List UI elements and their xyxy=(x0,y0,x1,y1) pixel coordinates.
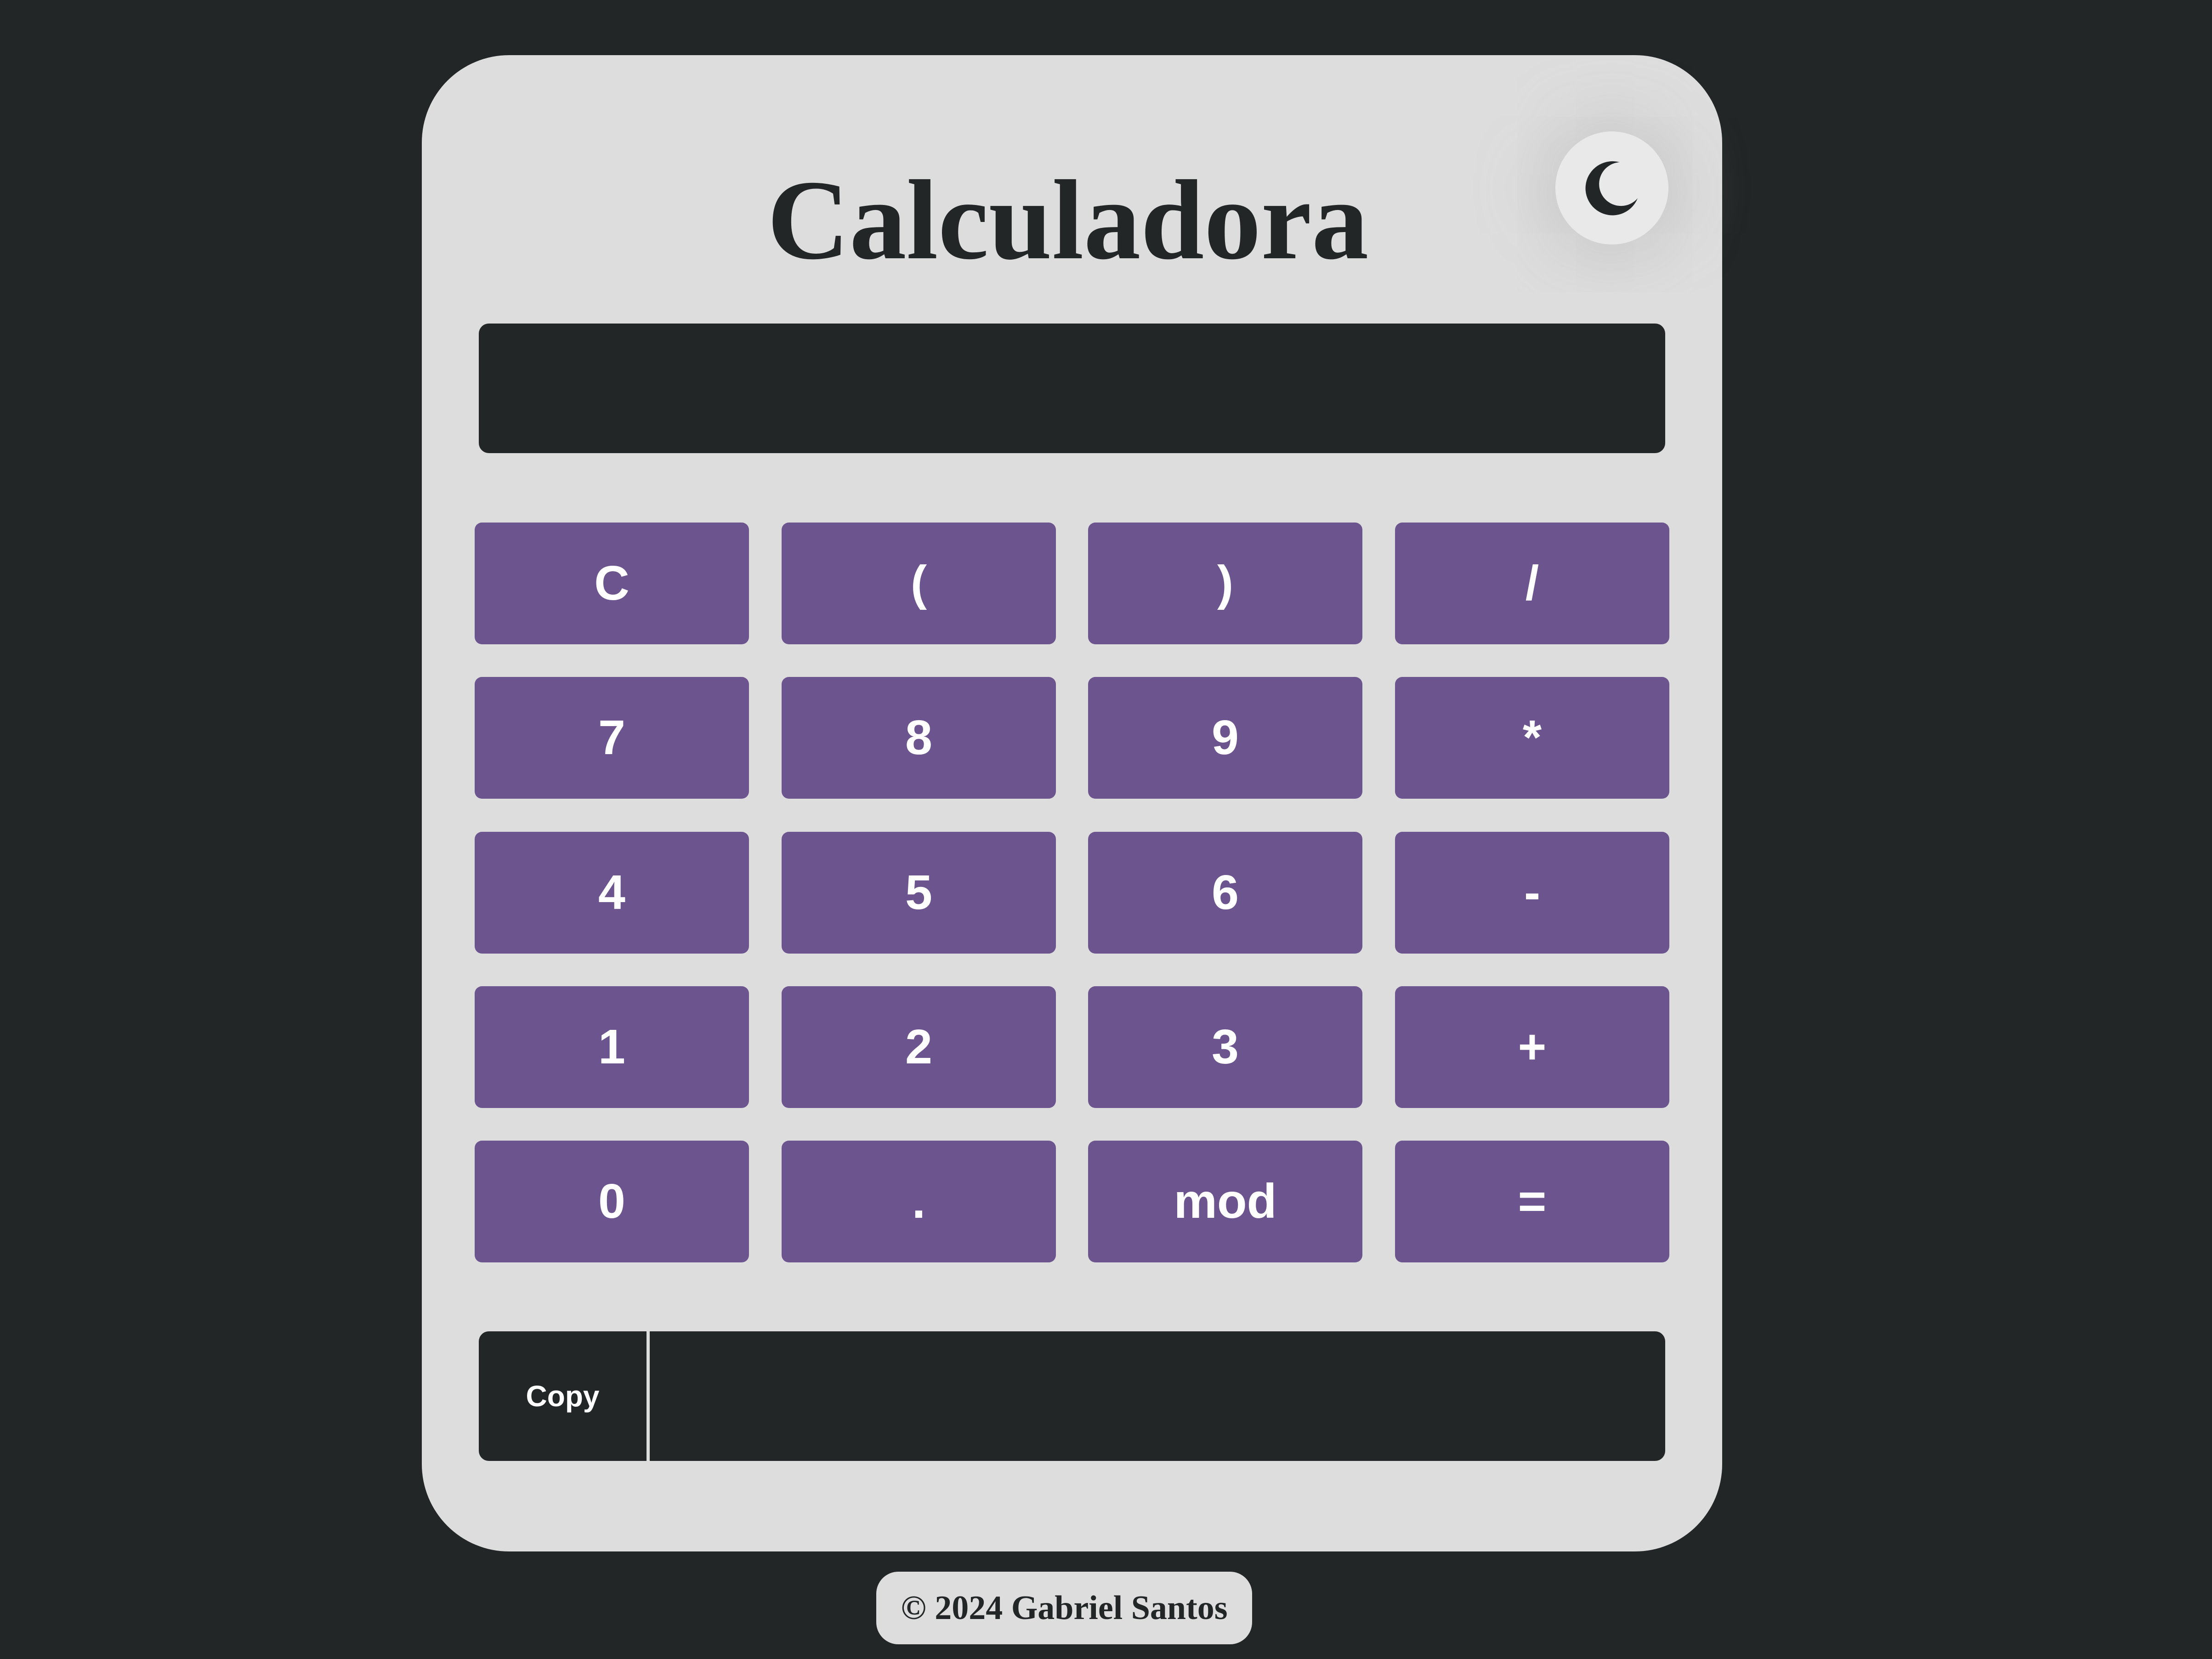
decimal-point-button[interactable]: . xyxy=(782,1141,1056,1262)
digit-0-button[interactable]: 0 xyxy=(475,1141,749,1262)
calculator-display xyxy=(479,324,1665,453)
theme-toggle-button[interactable] xyxy=(1555,131,1668,244)
copy-button[interactable]: Copy xyxy=(479,1331,647,1461)
clear-button[interactable]: C xyxy=(475,523,749,644)
divide-button[interactable]: / xyxy=(1395,523,1669,644)
result-output xyxy=(650,1331,1665,1461)
moon-icon xyxy=(1585,161,1638,216)
multiply-button[interactable]: * xyxy=(1395,677,1669,799)
add-button[interactable]: + xyxy=(1395,986,1669,1108)
digit-3-button[interactable]: 3 xyxy=(1088,986,1362,1108)
digit-5-button[interactable]: 5 xyxy=(782,832,1056,954)
digit-4-button[interactable]: 4 xyxy=(475,832,749,954)
subtract-button[interactable]: - xyxy=(1395,832,1669,954)
open-paren-button[interactable]: ( xyxy=(782,523,1056,644)
digit-2-button[interactable]: 2 xyxy=(782,986,1056,1108)
digit-8-button[interactable]: 8 xyxy=(782,677,1056,799)
digit-9-button[interactable]: 9 xyxy=(1088,677,1362,799)
calculator-card: Calculadora C ( ) / 7 8 9 * 4 5 6 - 1 2 … xyxy=(422,55,1722,1551)
digit-1-button[interactable]: 1 xyxy=(475,986,749,1108)
result-bar: Copy xyxy=(479,1331,1665,1461)
modulo-button[interactable]: mod xyxy=(1088,1141,1362,1262)
digit-7-button[interactable]: 7 xyxy=(475,677,749,799)
close-paren-button[interactable]: ) xyxy=(1088,523,1362,644)
equals-button[interactable]: = xyxy=(1395,1141,1669,1262)
page-title: Calculadora xyxy=(767,157,1369,283)
copy-divider xyxy=(647,1331,650,1461)
footer-copyright: © 2024 Gabriel Santos xyxy=(876,1572,1252,1644)
digit-6-button[interactable]: 6 xyxy=(1088,832,1362,954)
